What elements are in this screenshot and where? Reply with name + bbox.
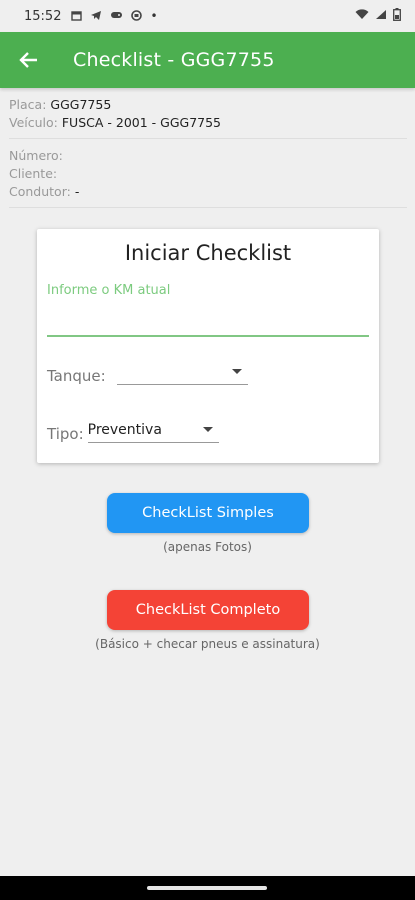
start-checklist-card: Iniciar Checklist Informe o KM atual Tan… — [37, 229, 379, 463]
wifi-icon — [355, 8, 369, 24]
page-title: Checklist - GGG7755 — [73, 49, 275, 71]
home-indicator[interactable] — [147, 886, 267, 890]
placa-value: GGG7755 — [50, 97, 112, 112]
condutor-value: - — [74, 184, 80, 199]
km-input[interactable] — [47, 307, 369, 337]
tipo-label: Tipo: — [47, 425, 84, 443]
checklist-simple-button[interactable]: CheckList Simples — [107, 493, 309, 533]
divider — [9, 138, 407, 139]
checklist-complete-caption: (Básico + checar pneus e assinatura) — [95, 637, 320, 651]
tanque-field: Tanque: — [47, 359, 248, 385]
checklist-complete-button[interactable]: CheckList Completo — [107, 590, 309, 630]
app-bar: Checklist - GGG7755 — [0, 32, 415, 88]
telegram-icon — [90, 10, 102, 23]
cliente-row: Cliente: — [9, 165, 407, 183]
numero-row: Número: — [9, 147, 407, 165]
cliente-label: Cliente: — [9, 166, 58, 181]
checklist-simple-caption: (apenas Fotos) — [163, 540, 252, 554]
divider — [9, 207, 407, 208]
status-bar: 15:52 • — [0, 0, 415, 32]
tipo-select[interactable]: Preventiva — [87, 417, 219, 443]
signal-icon — [375, 9, 387, 24]
status-dot: • — [150, 9, 158, 23]
battery-icon — [393, 7, 401, 25]
arrow-back-icon — [19, 52, 37, 68]
numero-label: Número: — [9, 148, 63, 163]
card-title: Iniciar Checklist — [124, 241, 292, 265]
condutor-row: Condutor: - — [9, 183, 407, 201]
circle-icon — [131, 9, 143, 23]
game-controller-icon — [110, 10, 123, 22]
tanque-select[interactable] — [116, 359, 248, 385]
veiculo-value: FUSCA - 2001 - GGG7755 — [61, 115, 222, 130]
system-icons — [355, 7, 401, 25]
tipo-field: Tipo: Preventiva — [47, 417, 219, 443]
veiculo-row: Veículo: FUSCA - 2001 - GGG7755 — [9, 114, 407, 132]
placa-label: Placa: — [9, 97, 47, 112]
condutor-label: Condutor: — [9, 184, 71, 199]
notification-icons: • — [71, 9, 158, 23]
back-button[interactable] — [0, 32, 58, 88]
dropdown-arrow-icon — [231, 369, 242, 374]
calendar-icon — [71, 10, 83, 23]
tipo-value: Preventiva — [87, 421, 162, 438]
veiculo-label: Veículo: — [9, 115, 58, 130]
status-time: 15:52 — [24, 8, 62, 24]
placa-row: Placa: GGG7755 — [9, 96, 407, 114]
tanque-label: Tanque: — [47, 367, 106, 385]
km-label: Informe o KM atual — [47, 283, 171, 298]
dropdown-arrow-icon — [202, 427, 213, 432]
vehicle-info: Placa: GGG7755 Veículo: FUSCA - 2001 - G… — [9, 96, 407, 216]
